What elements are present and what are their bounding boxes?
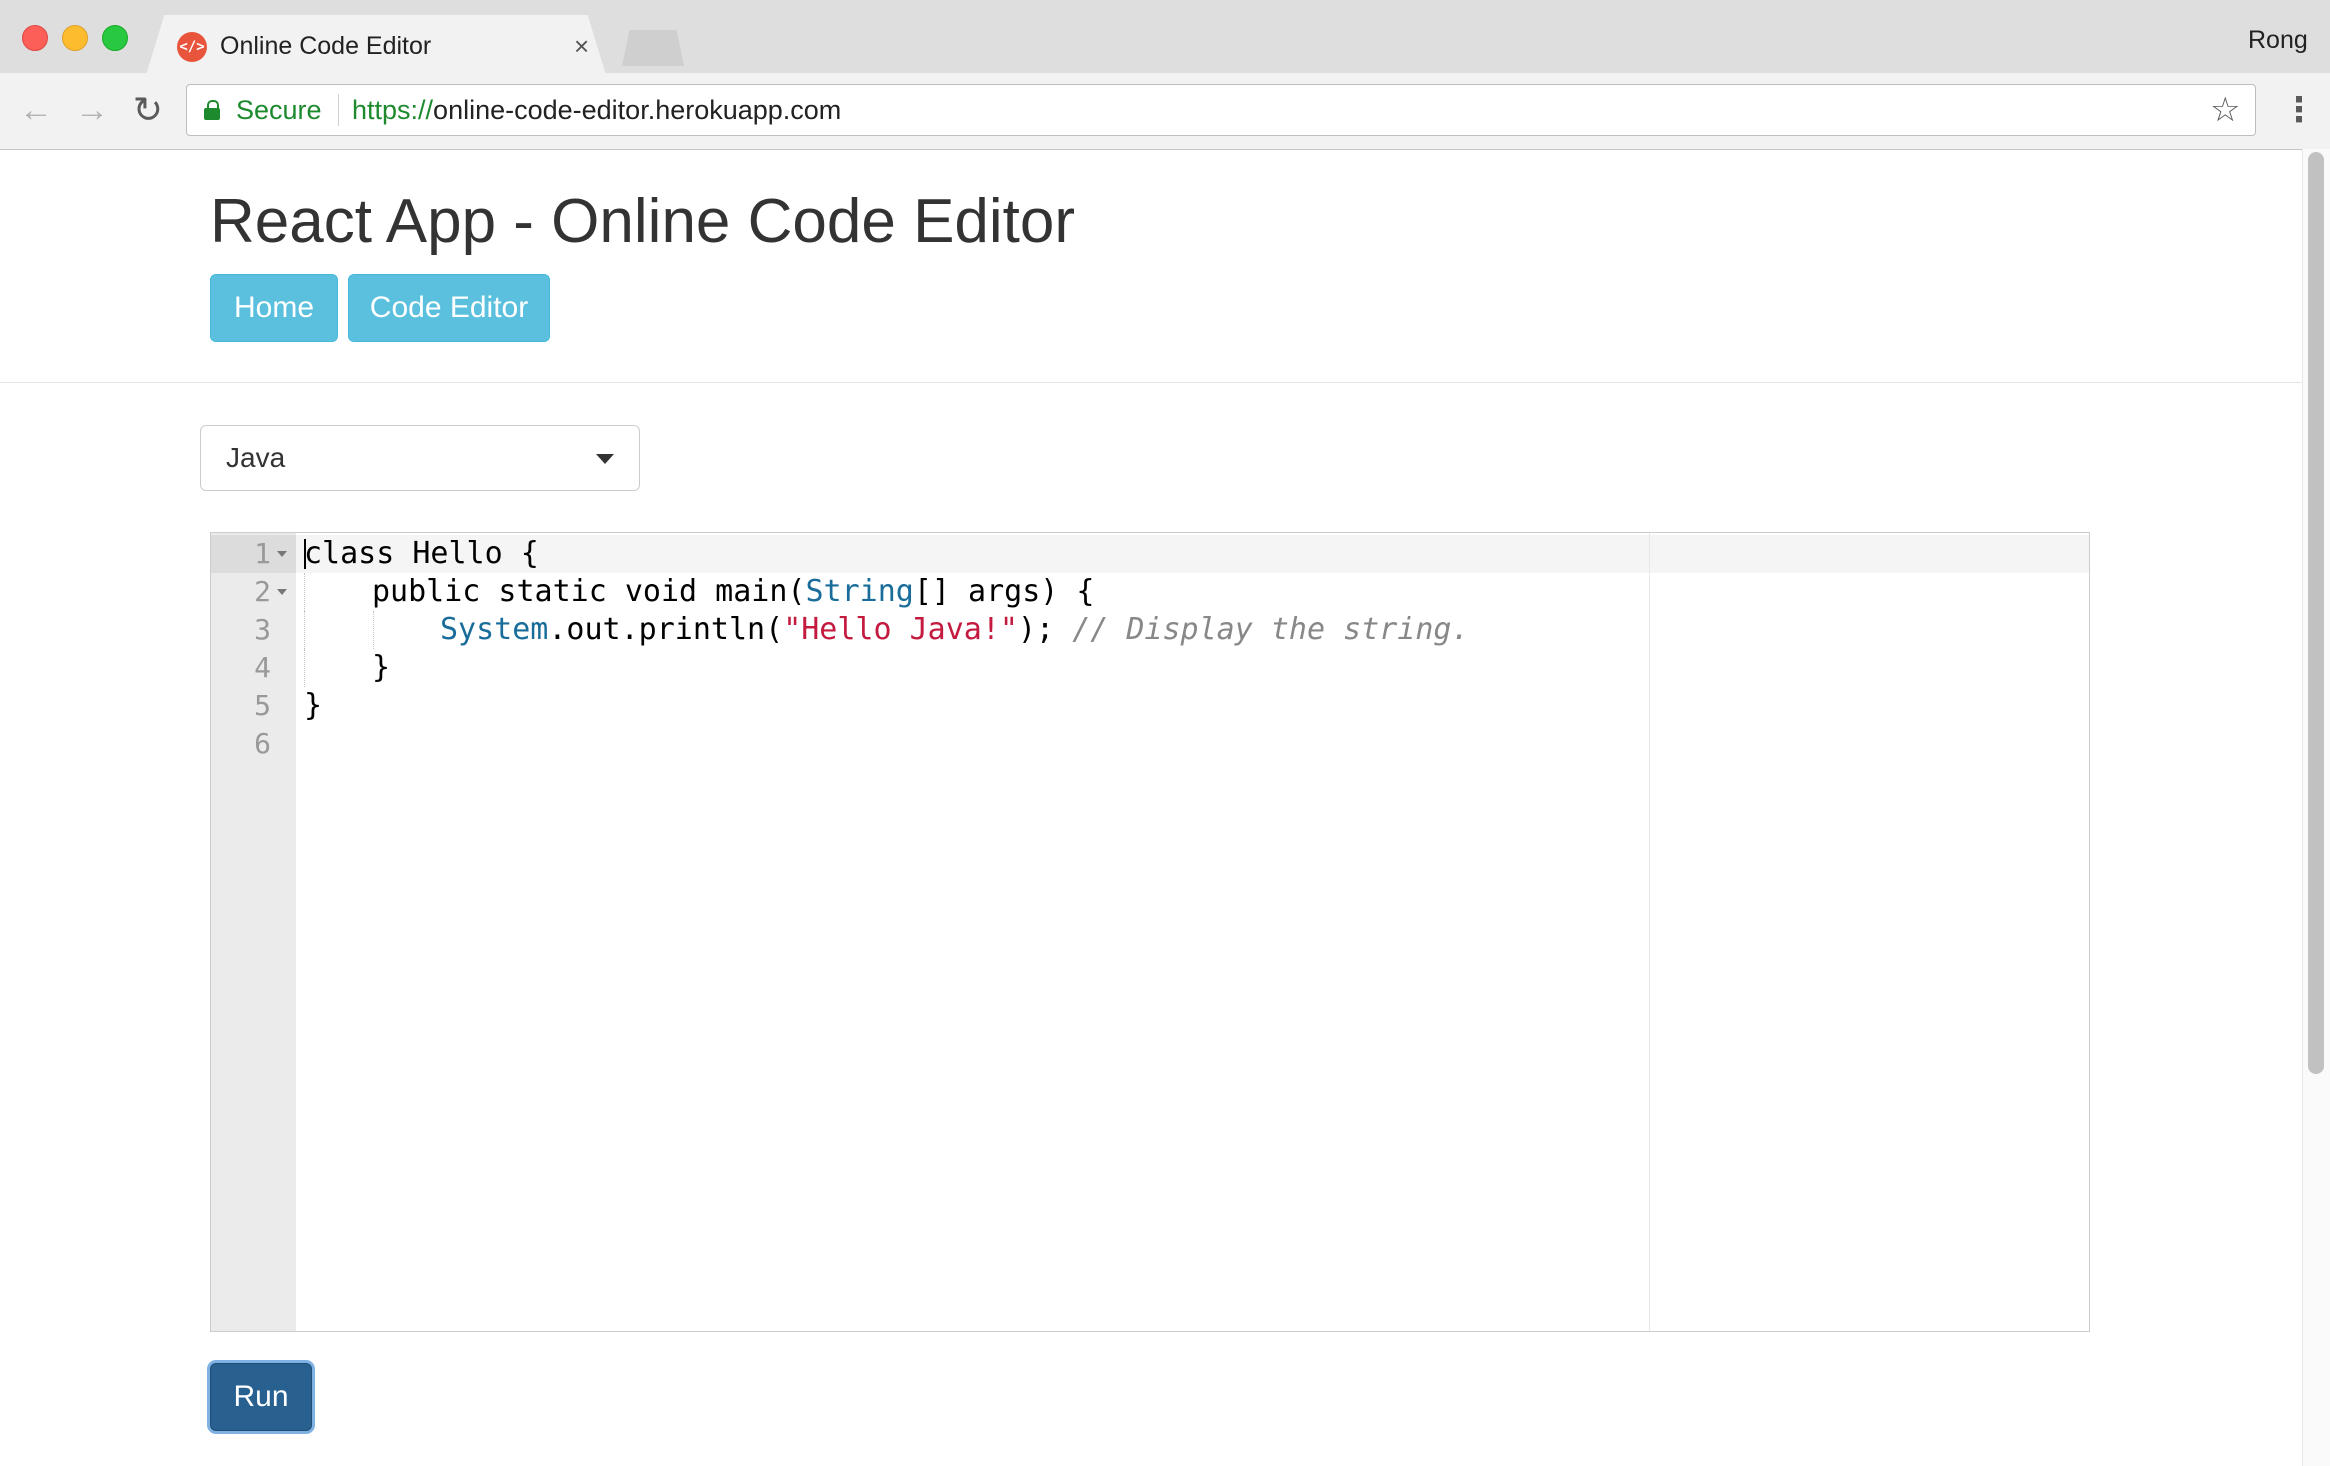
text-cursor bbox=[304, 539, 306, 569]
line-number: 1 bbox=[254, 537, 271, 570]
code-line: System.out.println("Hello Java!"); // Di… bbox=[440, 611, 1470, 649]
profile-name[interactable]: Rong bbox=[2248, 24, 2308, 56]
browser-menu-icon[interactable]: ⋮ bbox=[2282, 90, 2316, 130]
print-margin bbox=[1649, 533, 1650, 1331]
indent-guide bbox=[304, 649, 306, 687]
code-text: [] args) { bbox=[913, 574, 1095, 609]
run-button[interactable]: Run bbox=[210, 1363, 312, 1431]
code-line: } bbox=[372, 649, 390, 687]
indent-guide bbox=[304, 573, 306, 611]
indent-guide bbox=[304, 611, 306, 649]
url-text[interactable]: https://online-code-editor.herokuapp.com bbox=[352, 94, 841, 126]
close-tab-icon[interactable]: × bbox=[574, 30, 589, 62]
url-host: online-code-editor.herokuapp.com bbox=[433, 95, 842, 125]
language-select-value: Java bbox=[226, 442, 286, 473]
code-favicon-icon: </> bbox=[177, 32, 207, 62]
code-text: public static void main( bbox=[372, 574, 806, 609]
code-line: public static void main(String[] args) { bbox=[372, 573, 1094, 611]
code-string-token: "Hello Java!" bbox=[783, 612, 1018, 647]
fold-toggle-icon[interactable] bbox=[277, 551, 287, 557]
secure-label: Secure bbox=[236, 95, 322, 125]
code-text: ); bbox=[1018, 612, 1055, 647]
code-text: .out.println( bbox=[548, 612, 784, 647]
line-number: 2 bbox=[254, 575, 271, 608]
page-scrollbar-thumb[interactable] bbox=[2308, 152, 2324, 1074]
url-scheme: https:// bbox=[352, 95, 434, 125]
reload-icon[interactable]: ↻ bbox=[128, 90, 168, 130]
code-line: } bbox=[304, 687, 322, 725]
minimize-window-button[interactable] bbox=[62, 25, 88, 51]
line-number: 5 bbox=[254, 689, 271, 722]
code-editor-button[interactable]: Code Editor bbox=[348, 274, 550, 342]
code-text: } bbox=[304, 688, 323, 723]
line-number: 3 bbox=[254, 613, 271, 646]
page-title: React App - Online Code Editor bbox=[210, 187, 1076, 256]
maximize-window-button[interactable] bbox=[102, 25, 128, 51]
code-type-token: System bbox=[440, 612, 549, 647]
lock-icon bbox=[204, 100, 220, 120]
home-button[interactable]: Home bbox=[210, 274, 338, 342]
code-type-token: String bbox=[805, 574, 914, 609]
line-number: 6 bbox=[254, 727, 271, 760]
code-text: } bbox=[372, 650, 391, 685]
lock-body bbox=[204, 108, 220, 120]
code-editor[interactable]: 1 2 3 4 5 6 class Hello { public static … bbox=[210, 532, 2090, 1332]
fold-toggle-icon[interactable] bbox=[277, 589, 287, 595]
code-text: class Hello { bbox=[304, 536, 539, 571]
indent-guide bbox=[373, 611, 375, 649]
code-line: class Hello { bbox=[304, 535, 539, 573]
close-window-button[interactable] bbox=[22, 25, 48, 51]
header-divider bbox=[0, 382, 2302, 383]
active-line-highlight bbox=[296, 535, 2089, 573]
bookmark-star-icon[interactable]: ☆ bbox=[2210, 90, 2240, 130]
line-number: 4 bbox=[254, 651, 271, 684]
code-comment-token: // Display the string. bbox=[1072, 612, 1470, 647]
tab-title: Online Code Editor bbox=[220, 32, 432, 60]
forward-arrow-icon[interactable]: → bbox=[72, 90, 112, 130]
address-separator bbox=[338, 94, 339, 126]
back-arrow-icon[interactable]: ← bbox=[16, 90, 56, 130]
caret-down-icon bbox=[596, 454, 614, 464]
new-tab-button[interactable] bbox=[622, 30, 684, 66]
